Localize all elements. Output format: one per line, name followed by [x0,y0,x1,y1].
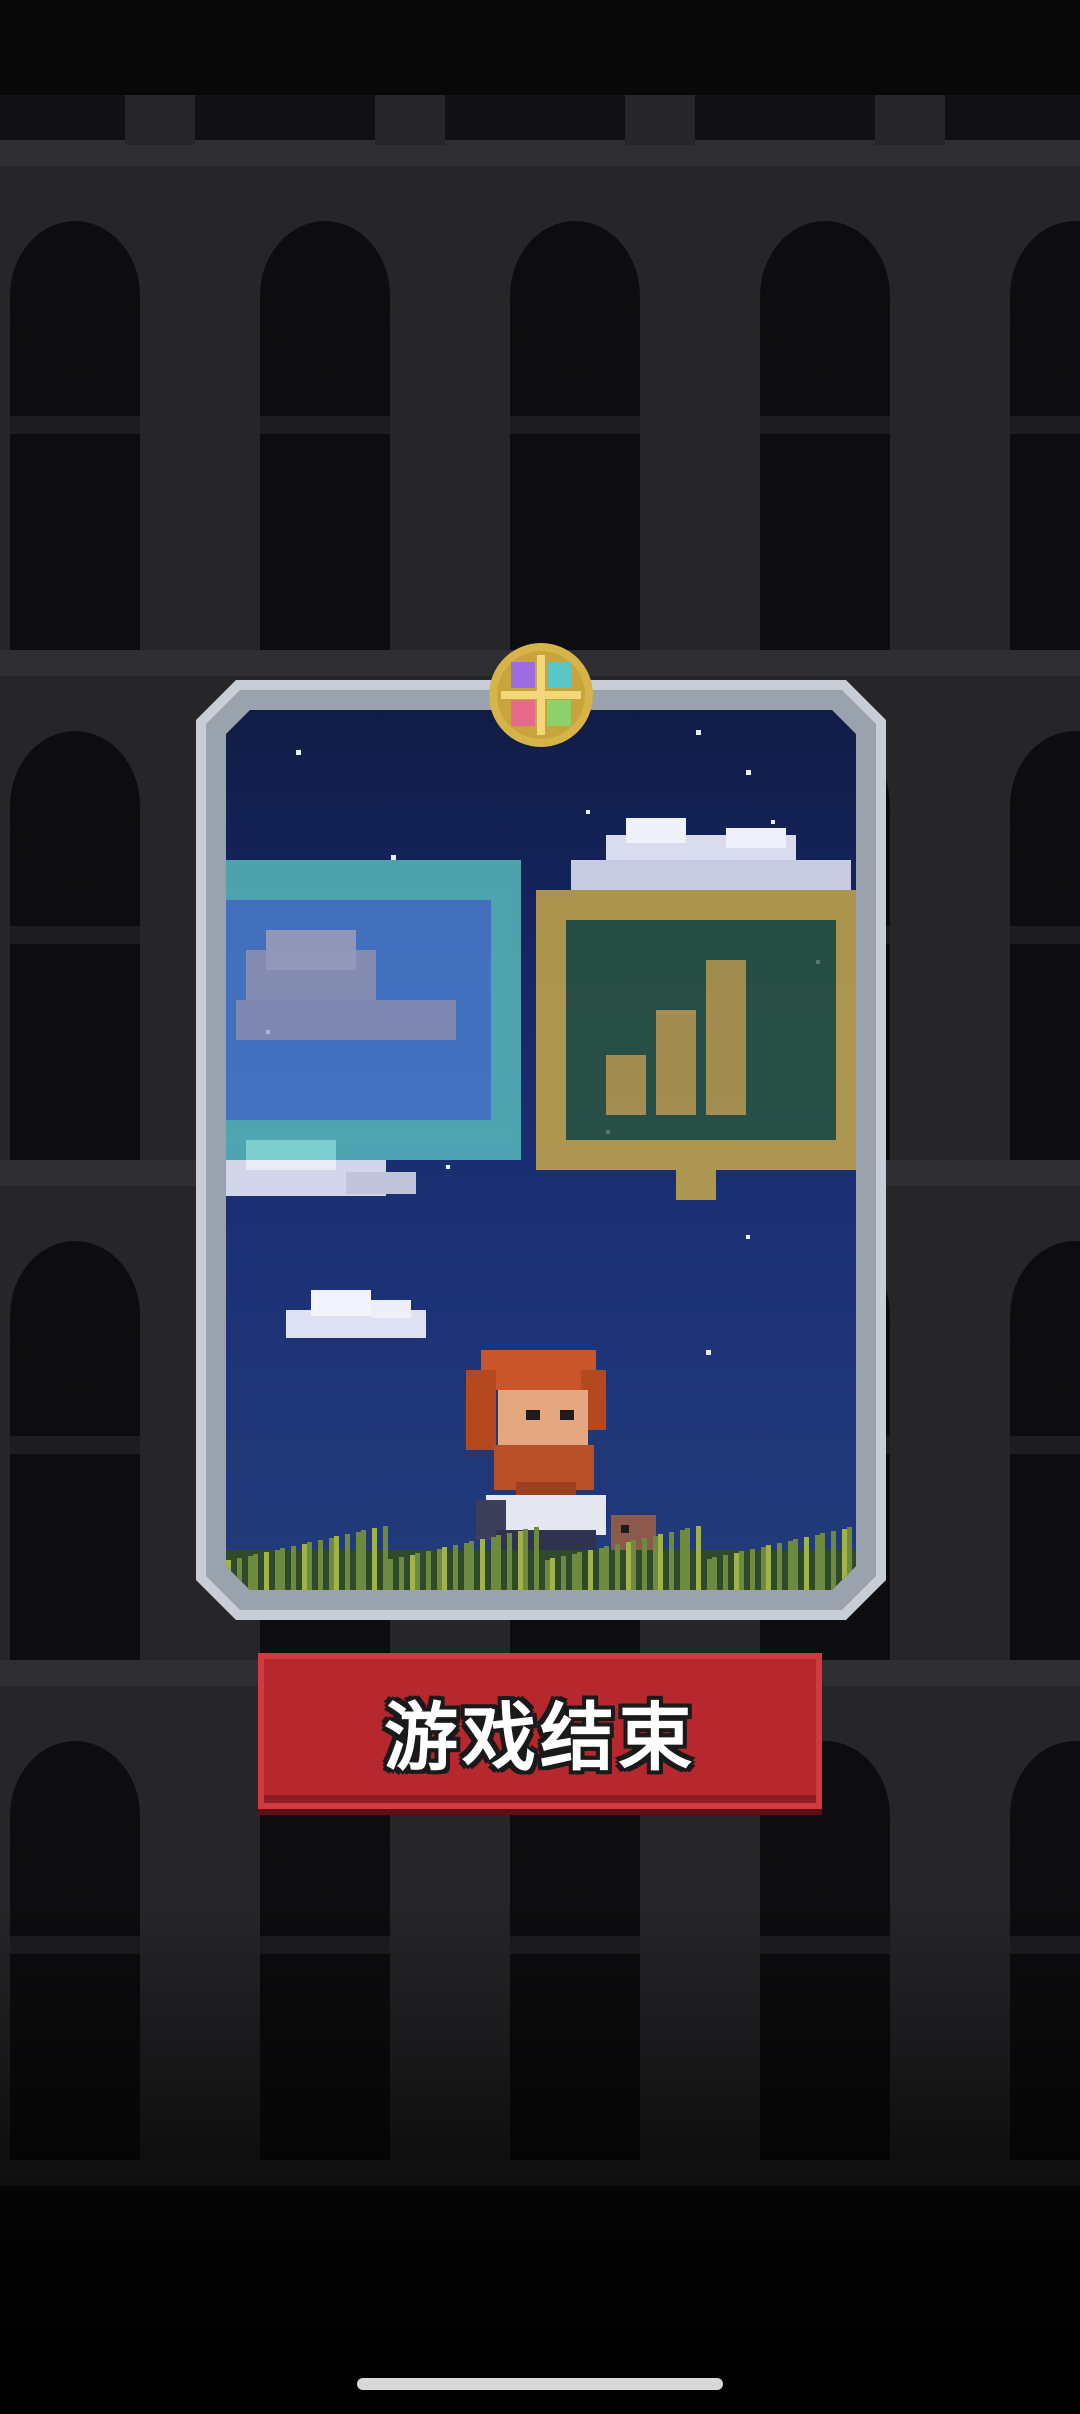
result-card [196,680,886,1620]
game-over-label: 游戏结束 [384,1694,696,1781]
overlay-stamps [226,860,856,1200]
card-illustration [226,710,856,1590]
cloud-small [286,1290,426,1338]
home-indicator[interactable] [357,2378,723,2390]
four-gem-emblem-icon [489,643,593,747]
cloud-stamp-icon [226,860,521,1160]
game-over-button[interactable]: 游戏结束 [258,1653,822,1809]
bottom-fade [0,1900,1080,2414]
chart-up-stamp-icon [536,890,856,1200]
game-over-screen: 游戏结束 [0,0,1080,2414]
